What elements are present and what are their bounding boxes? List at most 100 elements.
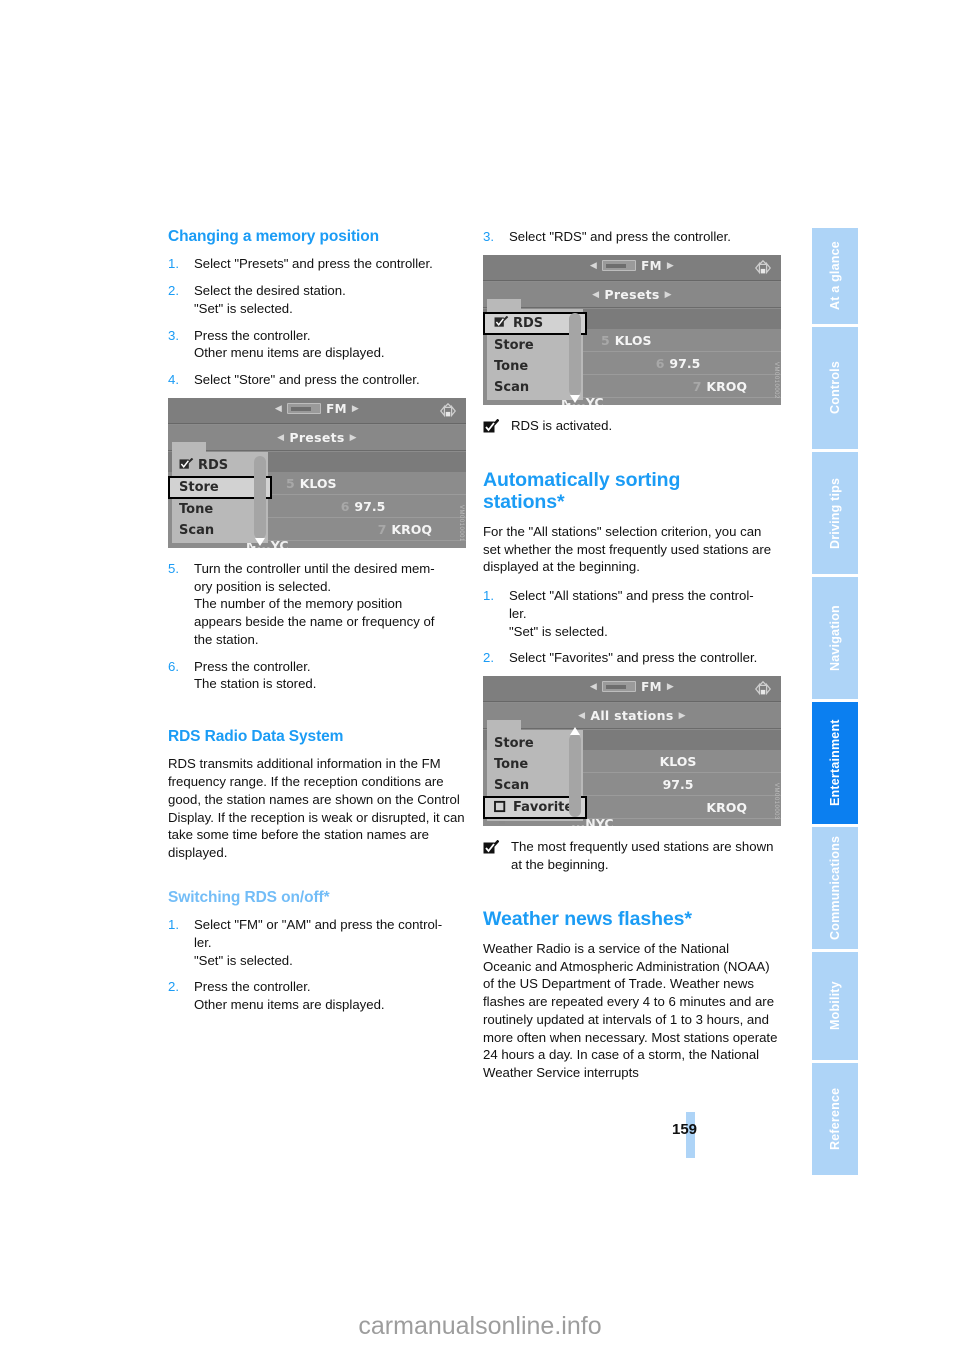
idrive-screenshot-presets-store: ◀ FM ▶ ◀ Presets ▶ 5KLOS 697.5 7KROQ 8 100.5 bbox=[168, 397, 466, 548]
image-watermark: VM0010003 bbox=[773, 783, 779, 821]
step-text: Press the controller. bbox=[194, 979, 311, 995]
screen-band-selector: ◀ FM ▶ bbox=[483, 680, 781, 694]
tab-label: Navigation bbox=[828, 605, 842, 671]
left-arrow-icon: ◀ bbox=[589, 682, 598, 693]
station-name: 100.5 bbox=[735, 402, 775, 405]
context-menu: RDS Store Tone Scan bbox=[483, 298, 587, 403]
band-label: FM bbox=[641, 258, 662, 273]
tab-label: Controls bbox=[828, 361, 842, 415]
preset-number: 7 bbox=[377, 521, 387, 537]
station-name: 100.5 bbox=[420, 545, 460, 548]
tab-driving-tips[interactable]: Driving tips bbox=[812, 452, 858, 574]
list-item: 2. Select "Favorites" and press the cont… bbox=[483, 649, 781, 667]
list-item: 2. Select the desired station. "Set" is … bbox=[168, 282, 466, 318]
menu-scrollbar[interactable] bbox=[254, 455, 266, 546]
left-arrow-icon: ◀ bbox=[592, 289, 600, 300]
menu-scrollbar[interactable] bbox=[569, 727, 581, 818]
step-text: ler. bbox=[194, 934, 212, 950]
tab-mobility[interactable]: Mobility bbox=[812, 952, 858, 1060]
right-arrow-icon: ▶ bbox=[351, 403, 360, 414]
left-arrow-icon: ◀ bbox=[274, 403, 283, 414]
tab-controls[interactable]: Controls bbox=[812, 327, 858, 449]
footer-watermark: carmanualsonline.info bbox=[358, 1312, 602, 1340]
station-row: KLOS bbox=[575, 750, 781, 774]
step-number: 3. bbox=[483, 229, 494, 244]
menu-item-label: Tone bbox=[494, 757, 529, 773]
step-subtext: Other menu items are displayed. bbox=[194, 997, 385, 1013]
list-item: 5. Turn the controller until the desired… bbox=[168, 560, 466, 649]
tab-communications[interactable]: Communications bbox=[812, 827, 858, 949]
steps-sorting: 1. Select "All stations" and press the c… bbox=[483, 587, 781, 667]
menu-item-label: Tone bbox=[179, 501, 214, 517]
left-arrow-icon: ◀ bbox=[589, 260, 598, 271]
heading-weather-news-flashes: Weather news flashes* bbox=[483, 907, 692, 930]
step-subtext: Other menu items are displayed. bbox=[194, 345, 385, 361]
band-label: FM bbox=[326, 401, 347, 416]
band-label: FM bbox=[641, 680, 662, 695]
step-text: Turn the controller until the desired me… bbox=[194, 560, 435, 576]
section-tab-rail: At a glance Controls Driving tips Naviga… bbox=[812, 228, 858, 1175]
list-item: 1. Select "FM" or "AM" and press the con… bbox=[168, 916, 466, 969]
station-name: KROQ bbox=[391, 521, 432, 537]
tab-navigation[interactable]: Navigation bbox=[812, 577, 858, 699]
left-arrow-icon: ◀ bbox=[578, 711, 586, 722]
home-nav-icon bbox=[439, 402, 457, 418]
menu-tab-nub bbox=[487, 720, 521, 732]
left-column: Changing a memory position 1. Select "Pr… bbox=[168, 228, 466, 1023]
tab-label: Communications bbox=[828, 835, 842, 941]
preset-number: 7 bbox=[692, 378, 702, 394]
screen-band-selector: ◀ FM ▶ bbox=[483, 259, 781, 273]
steps-select-rds: 3. Select "RDS" and press the controller… bbox=[483, 228, 781, 246]
right-arrow-icon: ▶ bbox=[666, 260, 675, 271]
menu-item-label: Store bbox=[494, 337, 534, 353]
submenu-label: All stations bbox=[590, 708, 674, 724]
steps-changing-memory-continued: 5. Turn the controller until the desired… bbox=[168, 560, 466, 693]
tab-entertainment[interactable]: Entertainment bbox=[812, 702, 858, 824]
menu-scrollbar[interactable] bbox=[569, 312, 581, 403]
list-item: 4. Select "Store" and press the controll… bbox=[168, 371, 466, 389]
tab-reference[interactable]: Reference bbox=[812, 1063, 858, 1175]
left-arrow-icon: ◀ bbox=[277, 432, 285, 443]
menu-item-label: Store bbox=[179, 479, 219, 495]
station-name: 97.5 bbox=[662, 777, 694, 793]
step-text: Select the desired station. bbox=[194, 283, 346, 299]
step-text: Select "FM" or "AM" and press the contro… bbox=[194, 917, 443, 933]
note-rds-activated: RDS is activated. bbox=[483, 417, 781, 435]
list-item: 3. Press the controller. Other menu item… bbox=[168, 327, 466, 363]
steps-switching-rds: 1. Select "FM" or "AM" and press the con… bbox=[168, 916, 466, 1014]
heading-rds-radio-data-system: RDS Radio Data System bbox=[168, 728, 344, 746]
step-subtext: "Set" is selected. bbox=[194, 300, 293, 316]
note-favorites-sorted: The most frequently used stations are sh… bbox=[483, 838, 781, 874]
steps-changing-memory: 1. Select "Presets" and press the contro… bbox=[168, 255, 466, 389]
preset-number: 6 bbox=[655, 355, 665, 371]
step-number: 4. bbox=[168, 372, 179, 388]
screen-submenu: ◀ Presets ▶ bbox=[168, 424, 466, 451]
chevron-down-icon bbox=[570, 394, 580, 403]
step-text: ler. bbox=[509, 605, 527, 621]
chevron-up-icon bbox=[570, 727, 580, 736]
note-text: The most frequently used stations are sh… bbox=[511, 839, 774, 872]
station-name: KROQ bbox=[706, 800, 747, 816]
tab-label: Driving tips bbox=[828, 477, 842, 549]
menu-item-label: Scan bbox=[494, 379, 530, 395]
preset-number: 6 bbox=[340, 498, 350, 514]
chevron-down-icon bbox=[255, 537, 265, 546]
checkbox-checked-icon bbox=[179, 457, 194, 469]
context-menu: RDS Store Tone Scan bbox=[168, 441, 272, 546]
station-row: 7 KROQ bbox=[260, 518, 466, 541]
list-item: 1. Select "All stations" and press the c… bbox=[483, 587, 781, 640]
station-name: 100.5 bbox=[735, 823, 775, 826]
heading-line-2: stations* bbox=[483, 490, 565, 513]
step-text: Select "Presets" and press the controlle… bbox=[194, 256, 433, 272]
step-number: 6. bbox=[168, 658, 179, 674]
radio-icon bbox=[602, 681, 637, 693]
station-row: 6 97.5 bbox=[575, 352, 781, 375]
step-text: Select "Store" and press the controller. bbox=[194, 372, 420, 388]
step-text: Select "Favorites" and press the control… bbox=[509, 650, 758, 666]
screen-body: 5KLOS 697.5 7KROQ 8100.5 N...YC 94.3 bbox=[483, 298, 781, 405]
screen-body: 5KLOS 697.5 7KROQ 8100.5 N...YC 94.3 bbox=[168, 441, 466, 548]
tab-at-a-glance[interactable]: At a glance bbox=[812, 228, 858, 324]
idrive-screenshot-presets-rds: ◀ FM ▶ ◀ Presets ▶ 5KLOS 697.5 7KROQ 8 100.5 bbox=[483, 254, 781, 405]
right-arrow-icon: ▶ bbox=[666, 682, 675, 693]
step-number: 2. bbox=[168, 283, 179, 299]
